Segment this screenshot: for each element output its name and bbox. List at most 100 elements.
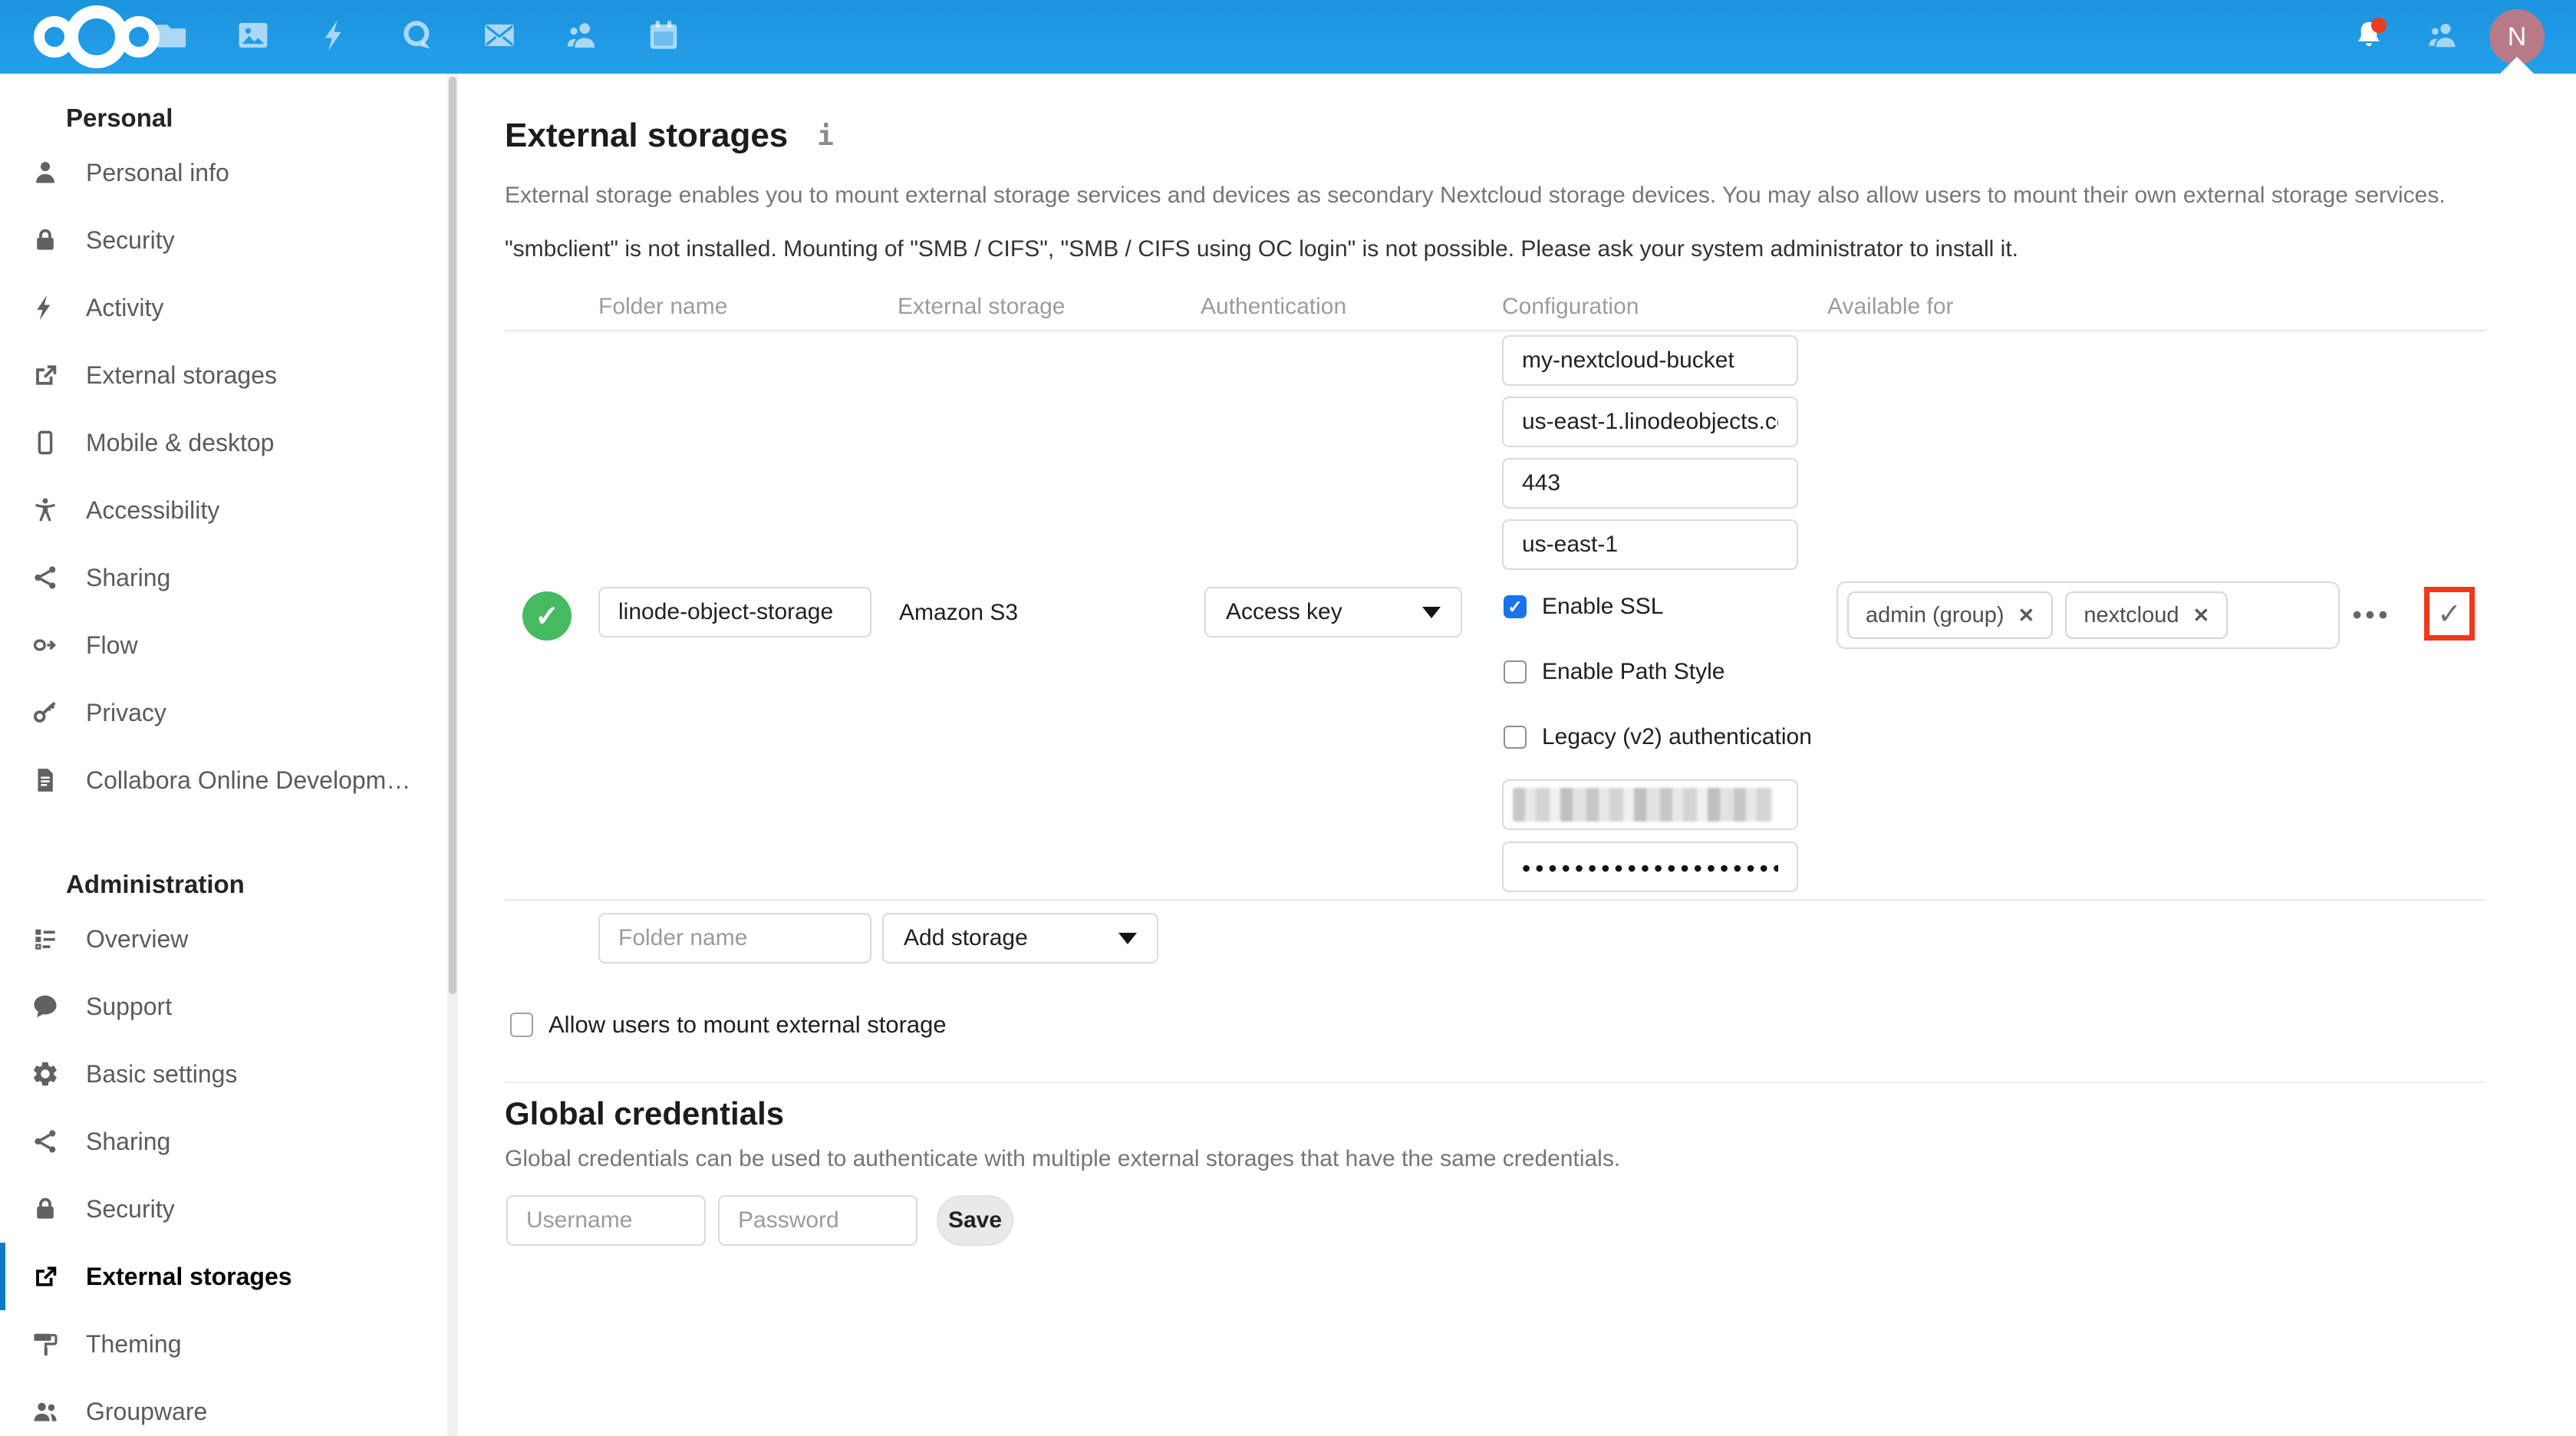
enable-path-style-checkbox-row[interactable]: Enable Path Style — [1504, 659, 1725, 685]
sidebar-item-activity[interactable]: Activity — [0, 274, 458, 341]
sidebar-item-external-storages-admin[interactable]: External storages — [0, 1243, 458, 1310]
paint-roller-icon — [31, 1329, 60, 1359]
confirm-storage-button-highlighted[interactable]: ✓ — [2424, 587, 2475, 641]
page-title: External storages i — [505, 117, 834, 155]
save-button[interactable]: Save — [937, 1195, 1013, 1246]
checkmark-icon: ✓ — [2437, 597, 2462, 631]
page-description: External storage enables you to mount ex… — [505, 183, 2446, 209]
nextcloud-logo[interactable] — [34, 0, 160, 74]
mail-icon — [482, 18, 517, 57]
sidebar-item-basic-settings[interactable]: Basic settings — [0, 1040, 458, 1108]
info-icon[interactable]: i — [817, 120, 834, 152]
files-app-button[interactable] — [153, 19, 189, 54]
column-header-folder-name: Folder name — [598, 294, 727, 320]
column-header-authentication: Authentication — [1201, 294, 1346, 320]
group-icon — [31, 1397, 60, 1426]
sidebar-item-groupware[interactable]: Groupware — [0, 1378, 458, 1436]
nextcloud-settings-screen: N Personal Personal info Security Activi… — [0, 0, 2576, 1436]
storage-status-ok-icon: ✓ — [522, 591, 572, 641]
photos-app-button[interactable] — [236, 19, 271, 54]
table-row-divider — [505, 899, 2485, 901]
sidebar-item-privacy[interactable]: Privacy — [0, 679, 458, 746]
lightning-icon — [31, 293, 60, 322]
photos-icon — [236, 18, 271, 57]
allow-users-checkbox-row[interactable]: Allow users to mount external storage — [510, 1011, 947, 1039]
checkbox-unchecked[interactable] — [1504, 726, 1527, 749]
document-icon — [31, 766, 60, 795]
sidebar-item-theming[interactable]: Theming — [0, 1310, 458, 1378]
notification-dot — [2371, 18, 2387, 33]
sidebar-item-sharing-personal[interactable]: Sharing — [0, 544, 458, 611]
settings-sidebar: Personal Personal info Security Activity… — [0, 74, 458, 1436]
port-input[interactable] — [1502, 458, 1798, 509]
secret-key-input[interactable] — [1502, 842, 1798, 892]
sidebar-item-overview[interactable]: Overview — [0, 905, 458, 973]
column-header-configuration: Configuration — [1502, 294, 1639, 320]
remove-chip-icon[interactable]: ✕ — [2192, 604, 2209, 627]
enable-ssl-checkbox-row[interactable]: ✓ Enable SSL — [1504, 594, 1663, 620]
talk-app-button[interactable] — [400, 19, 435, 54]
access-key-input-redacted[interactable] — [1502, 779, 1798, 830]
ellipsis-menu-button[interactable]: ••• — [2343, 586, 2401, 644]
column-header-external-storage: External storage — [898, 294, 1065, 320]
calendar-app-button[interactable] — [646, 19, 681, 54]
app-launcher — [153, 0, 728, 74]
column-header-available-for: Available for — [1827, 294, 1954, 320]
global-credentials-title: Global credentials — [505, 1095, 784, 1132]
sidebar-item-collabora[interactable]: Collabora Online Development Edit… — [0, 746, 458, 814]
lock-icon — [31, 226, 60, 255]
authentication-select[interactable]: Access key — [1204, 587, 1462, 637]
contacts-icon — [564, 18, 599, 57]
hostname-input[interactable] — [1502, 397, 1798, 447]
sidebar-item-sharing-admin[interactable]: Sharing — [0, 1108, 458, 1175]
phone-icon — [31, 428, 60, 457]
checkbox-unchecked[interactable] — [1504, 660, 1527, 683]
chevron-down-icon — [1422, 607, 1441, 618]
gear-icon — [31, 1059, 60, 1089]
sidebar-scrollbar-thumb[interactable] — [449, 77, 456, 994]
checkbox-checked-icon[interactable]: ✓ — [1504, 595, 1527, 618]
lightning-icon — [318, 18, 353, 57]
external-storages-panel: External storages i External storage ena… — [460, 74, 2576, 1436]
remove-chip-icon[interactable]: ✕ — [2018, 604, 2035, 627]
sidebar-item-personal-info[interactable]: Personal info — [0, 139, 458, 206]
sidebar-item-mobile-desktop[interactable]: Mobile & desktop — [0, 409, 458, 476]
contacts-app-button[interactable] — [564, 19, 599, 54]
region-input[interactable] — [1502, 519, 1798, 570]
talk-bubble-icon — [400, 18, 435, 57]
available-for-field[interactable]: admin (group)✕ nextcloud✕ — [1836, 581, 2340, 649]
section-divider — [505, 1082, 2485, 1083]
new-folder-name-input[interactable] — [598, 913, 871, 963]
speech-bubble-icon — [31, 992, 60, 1021]
global-username-input[interactable] — [506, 1195, 706, 1246]
sidebar-item-support[interactable]: Support — [0, 973, 458, 1040]
contacts-menu-button[interactable] — [2425, 19, 2460, 54]
sidebar-item-accessibility[interactable]: Accessibility — [0, 476, 458, 544]
available-for-chip: admin (group)✕ — [1847, 591, 2053, 639]
legacy-auth-checkbox-row[interactable]: Legacy (v2) authentication — [1504, 724, 1812, 750]
notifications-button[interactable] — [2351, 19, 2387, 54]
add-storage-select[interactable]: Add storage — [882, 913, 1158, 963]
sidebar-item-security-admin[interactable]: Security — [0, 1175, 458, 1243]
chevron-down-icon — [1118, 933, 1137, 944]
bucket-input[interactable] — [1502, 335, 1798, 386]
calendar-icon — [646, 18, 681, 57]
folder-name-input[interactable] — [598, 587, 871, 637]
logo-ring-center — [65, 5, 128, 68]
global-credentials-description: Global credentials can be used to authen… — [505, 1146, 1620, 1172]
folder-icon — [153, 18, 189, 57]
sidebar-item-external-storages-personal[interactable]: External storages — [0, 341, 458, 409]
sidebar-item-security-personal[interactable]: Security — [0, 206, 458, 274]
checkbox-unchecked[interactable] — [510, 1013, 533, 1037]
sidebar-heading-personal: Personal — [0, 97, 458, 139]
mail-app-button[interactable] — [482, 19, 517, 54]
share-icon — [31, 563, 60, 592]
share-icon — [31, 1127, 60, 1156]
top-bar: N — [0, 0, 2576, 74]
table-header-divider — [505, 330, 2485, 331]
global-password-input[interactable] — [718, 1195, 917, 1246]
sidebar-item-flow[interactable]: Flow — [0, 611, 458, 679]
overview-icon — [31, 924, 60, 953]
activity-app-button[interactable] — [318, 19, 353, 54]
accessibility-icon — [31, 496, 60, 525]
